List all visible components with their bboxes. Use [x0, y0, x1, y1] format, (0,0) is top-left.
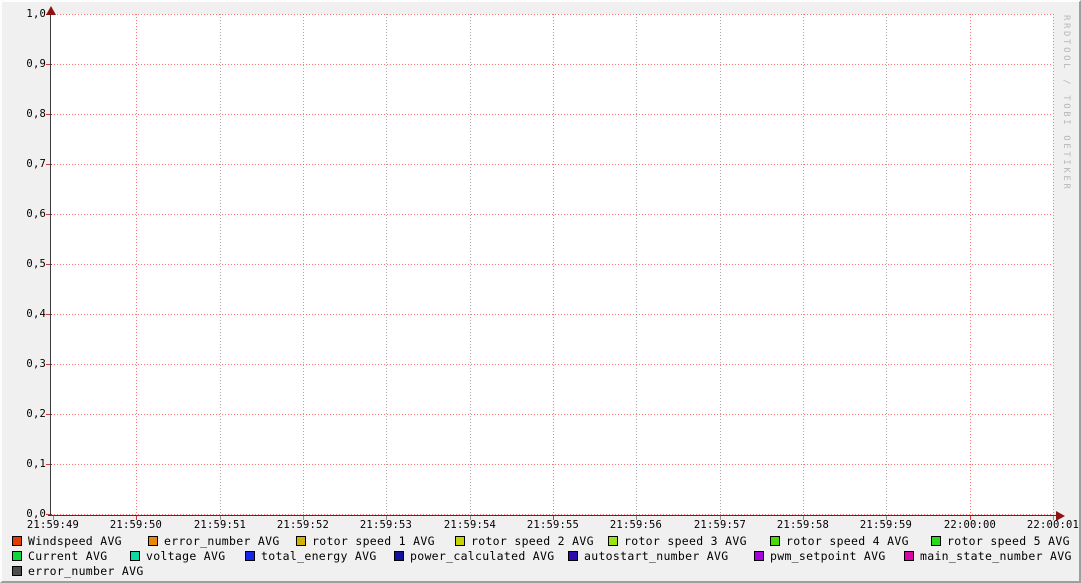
y-axis-label: 0,8 — [0, 107, 46, 121]
legend-label: error_number AVG — [164, 535, 280, 548]
gridline-horizontal — [51, 14, 1053, 15]
y-tick-mark — [46, 164, 52, 165]
y-axis-label: 0,6 — [0, 207, 46, 221]
legend-label: rotor speed 3 AVG — [624, 535, 747, 548]
gridline-vertical — [720, 14, 721, 516]
legend-swatch — [130, 551, 140, 561]
y-axis-label: 0,4 — [0, 307, 46, 321]
rrdtool-graph: 1,00,90,80,70,60,50,40,30,20,10,0 21:59:… — [0, 0, 1081, 583]
gridline-vertical — [220, 14, 221, 516]
gridline-horizontal — [51, 414, 1053, 415]
legend-label: rotor speed 5 AVG — [947, 535, 1070, 548]
watermark: RRDTOOL / TOBI OETIKER — [1061, 15, 1071, 245]
y-tick-mark — [46, 414, 52, 415]
y-axis-label: 0,9 — [0, 57, 46, 71]
legend-label: power_calculated AVG — [410, 550, 554, 563]
x-axis-label: 21:59:53 — [354, 519, 418, 532]
legend-label: error_number AVG — [28, 565, 144, 578]
x-axis-label: 21:59:54 — [438, 519, 502, 532]
gridline-horizontal — [51, 214, 1053, 215]
gridline-vertical — [636, 14, 637, 516]
legend-label: pwm_setpoint AVG — [770, 550, 886, 563]
y-axis-label: 1,0 — [0, 7, 46, 21]
x-axis-label: 21:59:59 — [854, 519, 918, 532]
x-axis-line — [48, 515, 1058, 516]
x-axis-label: 21:59:50 — [104, 519, 168, 532]
gridline-vertical — [553, 14, 554, 516]
x-axis-label: 21:59:52 — [271, 519, 335, 532]
y-tick-mark — [46, 464, 52, 465]
x-axis-label: 21:59:55 — [521, 519, 585, 532]
y-axis-label: 0,2 — [0, 407, 46, 421]
legend-swatch — [931, 536, 941, 546]
legend-swatch — [12, 536, 22, 546]
legend-label: main_state_number AVG — [920, 550, 1072, 563]
y-tick-mark — [46, 214, 52, 215]
gridline-vertical — [970, 14, 971, 516]
x-axis-label: 21:59:49 — [21, 519, 85, 532]
gridline-horizontal — [51, 164, 1053, 165]
gridline-vertical — [386, 14, 387, 516]
legend-swatch — [770, 536, 780, 546]
legend-swatch — [455, 536, 465, 546]
gridline-horizontal — [51, 114, 1053, 115]
legend-swatch — [148, 536, 158, 546]
gridline-horizontal — [51, 464, 1053, 465]
gridline-horizontal — [51, 264, 1053, 265]
gridline-horizontal — [51, 64, 1053, 65]
legend-label: Windspeed AVG — [28, 535, 122, 548]
x-axis-label: 22:00:00 — [938, 519, 1002, 532]
gridline-vertical — [886, 14, 887, 516]
x-axis-label: 21:59:56 — [604, 519, 668, 532]
legend-label: total_energy AVG — [261, 550, 377, 563]
gridline-vertical — [803, 14, 804, 516]
legend-label: autostart_number AVG — [584, 550, 728, 563]
x-axis-label: 22:00:01 — [1021, 519, 1081, 532]
legend-label: rotor speed 1 AVG — [312, 535, 435, 548]
legend-swatch — [12, 566, 22, 576]
legend-label: rotor speed 2 AVG — [471, 535, 594, 548]
y-axis-line — [50, 10, 51, 516]
legend-label: rotor speed 4 AVG — [786, 535, 909, 548]
legend-swatch — [754, 551, 764, 561]
y-tick-mark — [46, 314, 52, 315]
legend-swatch — [245, 551, 255, 561]
legend-label: Current AVG — [28, 550, 107, 563]
gridline-horizontal — [51, 364, 1053, 365]
legend-swatch — [904, 551, 914, 561]
y-tick-mark — [46, 64, 52, 65]
gridline-vertical — [303, 14, 304, 516]
legend-label: voltage AVG — [146, 550, 225, 563]
y-tick-mark — [46, 114, 52, 115]
x-axis-label: 21:59:58 — [771, 519, 835, 532]
gridline-vertical — [1053, 14, 1054, 516]
y-axis-arrow-icon — [46, 6, 56, 15]
y-axis-label: 0,5 — [0, 257, 46, 271]
y-axis-label: 0,3 — [0, 357, 46, 371]
gridline-vertical — [136, 14, 137, 516]
x-axis-label: 21:59:57 — [688, 519, 752, 532]
gridline-horizontal — [51, 314, 1053, 315]
y-tick-mark — [46, 264, 52, 265]
x-axis-label: 21:59:51 — [188, 519, 252, 532]
y-axis-label: 0,1 — [0, 457, 46, 471]
legend-swatch — [608, 536, 618, 546]
legend-swatch — [568, 551, 578, 561]
legend-swatch — [394, 551, 404, 561]
legend-swatch — [12, 551, 22, 561]
y-tick-mark — [46, 364, 52, 365]
y-axis-label: 0,7 — [0, 157, 46, 171]
legend-swatch — [296, 536, 306, 546]
gridline-vertical — [470, 14, 471, 516]
